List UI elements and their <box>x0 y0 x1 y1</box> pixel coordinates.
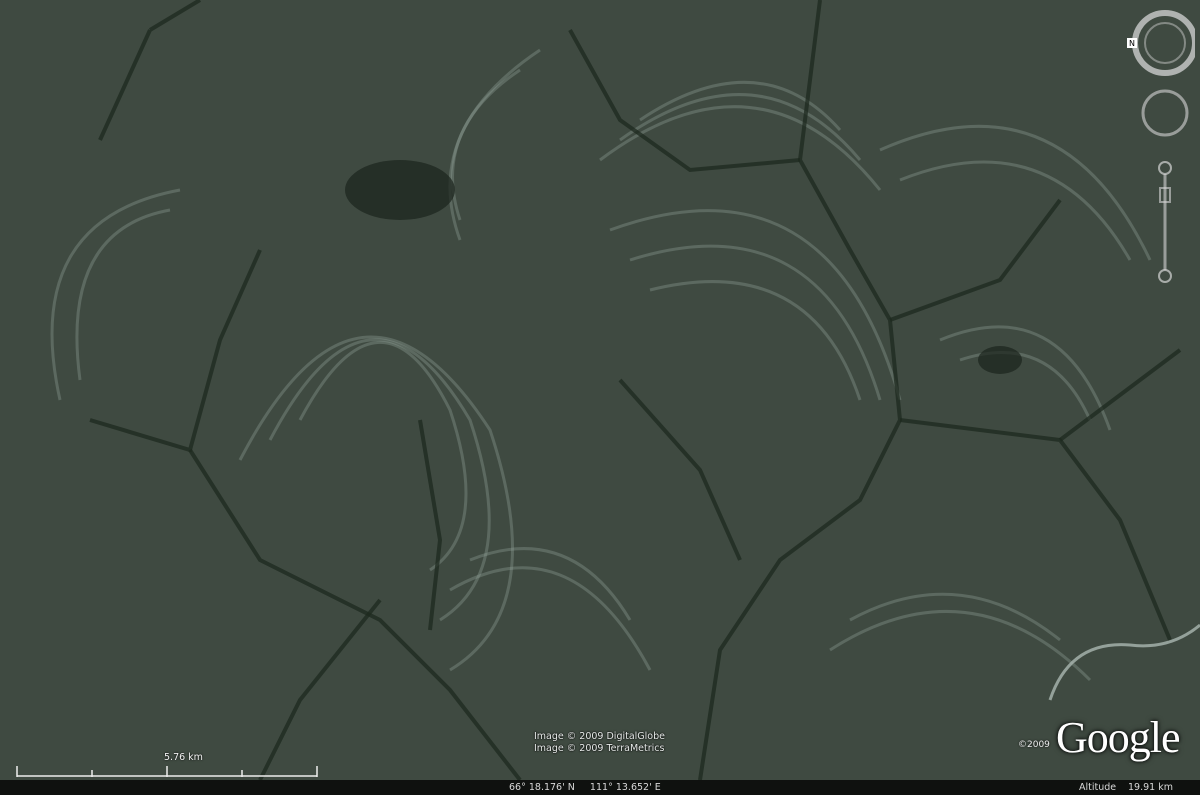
credit-line-1: Image © 2009 DigitalGlobe <box>534 731 665 742</box>
imagery-credits: Image © 2009 DigitalGlobe Image © 2009 T… <box>534 731 665 755</box>
satellite-terrain[interactable] <box>0 0 1200 780</box>
altitude-value: 19.91 km <box>1128 782 1173 793</box>
scale-label: 5.76 km <box>164 752 203 763</box>
svg-text:N: N <box>1129 39 1135 48</box>
credit-line-2: Image © 2009 TerraMetrics <box>534 743 665 754</box>
altitude-label: Altitude <box>1079 782 1117 793</box>
zoom-slider-icon[interactable] <box>1158 161 1172 283</box>
copyright-year: ©2009 <box>1018 740 1050 750</box>
google-logo: Google <box>1056 713 1181 762</box>
status-bar: 66° 18.176' N 111° 13.652' E Altitude 19… <box>0 780 1200 795</box>
map-view[interactable]: N Image © 2009 DigitalGlobe Image © 2009… <box>0 0 1200 795</box>
navigation-controls[interactable]: N <box>1125 8 1195 298</box>
scale-bar: 5.76 km <box>16 752 318 778</box>
pointer-coordinates: 66° 18.176' N 111° 13.652' E <box>509 782 661 793</box>
look-joystick-icon[interactable] <box>1141 89 1189 137</box>
